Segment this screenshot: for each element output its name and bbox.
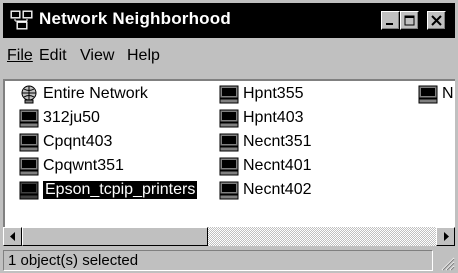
scroll-right-button[interactable] (436, 227, 455, 246)
list-item-entire-network[interactable]: Entire Network (19, 82, 148, 106)
globe-icon (21, 85, 37, 104)
window-title: Network Neighborhood (39, 9, 231, 28)
file-list-view[interactable]: Entire Network 312ju50 Cpqnt403 Cpqwnt35… (3, 79, 455, 227)
list-item-computer[interactable]: Necnt401 (219, 154, 312, 178)
list-item-computer[interactable]: Cpqwnt351 (19, 154, 124, 178)
computer-icon (418, 85, 438, 104)
list-item-computer-selected[interactable]: Epson_tcpip_printers (19, 178, 198, 202)
menu-file[interactable]: File (7, 47, 33, 65)
list-item-computer[interactable]: 312ju50 (19, 106, 100, 130)
menu-help[interactable]: Help (127, 47, 160, 65)
computer-icon (19, 181, 39, 200)
item-label: Necnt351 (243, 133, 312, 150)
item-label: Epson_tcpip_printers (43, 181, 198, 199)
arrow-left-icon (9, 232, 15, 241)
close-icon (431, 15, 442, 26)
menu-view[interactable]: View (80, 47, 114, 65)
horizontal-scrollbar[interactable] (3, 227, 455, 246)
menu-view-label: View (80, 47, 115, 64)
status-text: 1 object(s) selected (3, 250, 433, 271)
computer-icon (19, 157, 39, 176)
item-label: Necnt402 (243, 181, 312, 198)
list-item-computer[interactable]: Necnt351 (219, 130, 312, 154)
menu-help-label: Help (127, 47, 160, 64)
minimize-button[interactable] (381, 11, 400, 30)
maximize-button[interactable] (400, 11, 419, 30)
list-item-computer[interactable]: N (418, 82, 454, 106)
list-item-computer[interactable]: Hpnt355 (219, 82, 304, 106)
item-label: Entire Network (43, 85, 148, 102)
arrow-right-icon (443, 232, 449, 241)
computer-icon (219, 181, 239, 200)
resize-grip-icon[interactable] (439, 255, 455, 271)
computer-icon (219, 109, 239, 128)
computer-icon (19, 133, 39, 152)
item-label: Hpnt355 (243, 85, 304, 102)
computer-icon (19, 109, 39, 128)
computer-icon (219, 157, 239, 176)
menu-file-label: File (7, 47, 33, 64)
scroll-thumb[interactable] (22, 227, 208, 246)
close-button[interactable] (427, 11, 446, 30)
computer-icon (219, 85, 239, 104)
maximize-icon (404, 15, 415, 26)
title-bar[interactable]: Network Neighborhood (3, 3, 455, 38)
list-item-computer[interactable]: Necnt402 (219, 178, 312, 202)
minimize-icon (386, 23, 393, 25)
network-neighborhood-icon (10, 10, 33, 30)
menu-edit[interactable]: Edit (39, 47, 67, 65)
item-label: Necnt401 (243, 157, 312, 174)
item-label: Cpqwnt351 (43, 157, 124, 174)
item-label: Cpqnt403 (43, 133, 113, 150)
status-bar: 1 object(s) selected (3, 250, 455, 271)
scroll-left-button[interactable] (3, 227, 22, 246)
item-label: Hpnt403 (243, 109, 304, 126)
item-label: N (442, 85, 454, 102)
list-item-computer[interactable]: Hpnt403 (219, 106, 304, 130)
menu-edit-label: Edit (39, 47, 67, 64)
list-item-computer[interactable]: Cpqnt403 (19, 130, 112, 154)
computer-icon (219, 133, 239, 152)
item-label: 312ju50 (43, 109, 100, 126)
network-neighborhood-window: Network Neighborhood File Edit View Help… (0, 0, 458, 273)
